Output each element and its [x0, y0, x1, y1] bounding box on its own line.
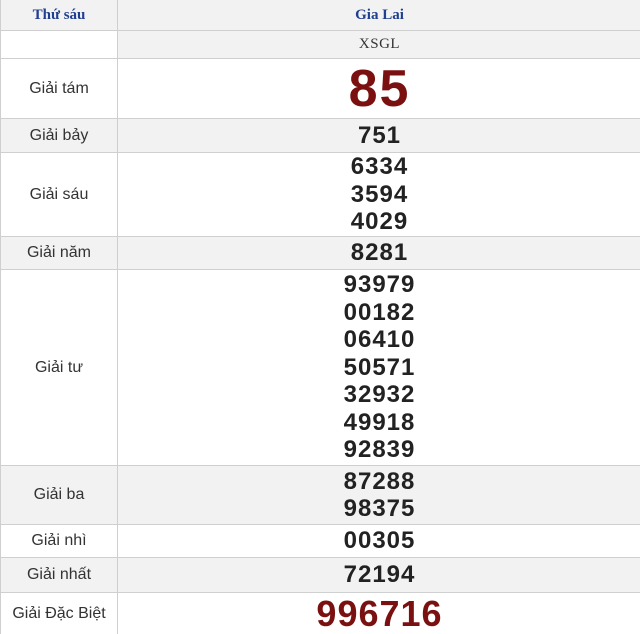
prize-number: 72194 [343, 561, 416, 589]
code-row: XSGL [1, 31, 640, 59]
prize-number: 00305 [343, 527, 416, 555]
prize-number: 3594 [350, 180, 409, 208]
prize-numbers: 72194 [118, 558, 640, 592]
prize-numbers: 00305 [118, 525, 640, 557]
prize-number: 98375 [343, 495, 416, 522]
prize-number: 06410 [343, 326, 416, 354]
prize-number: 6334 [350, 153, 409, 181]
prize-row-giai-sau: Giải sáu 6334 3594 4029 [1, 153, 640, 237]
prize-row-giai-tu: Giải tư 93979 00182 06410 50571 32932 49… [1, 270, 640, 466]
prize-number: 49918 [343, 408, 416, 436]
prize-numbers: 85 [118, 59, 640, 118]
prize-label: Giải nhất [1, 558, 118, 592]
prize-number: 8281 [350, 239, 409, 267]
prize-label: Giải sáu [1, 153, 118, 236]
prize-number: 32932 [343, 381, 416, 409]
prize-row-giai-ba: Giải ba 87288 98375 [1, 466, 640, 525]
province-header: Gia Lai [355, 6, 404, 23]
prize-number: 751 [357, 121, 402, 149]
prize-label: Giải ba [1, 466, 118, 524]
prize-number: 50571 [343, 353, 416, 381]
prize-number: 00182 [343, 298, 416, 326]
prize-label: Giải năm [1, 237, 118, 269]
prize-row-giai-dac-biet: Giải Đặc Biệt 996716 [1, 593, 640, 634]
prize-numbers: 751 [118, 119, 640, 152]
lottery-results-table: Thứ sáu Gia Lai XSGL Giải tám 85 Giải bả… [0, 0, 640, 634]
prize-numbers: 996716 [118, 593, 640, 634]
day-header: Thứ sáu [1, 0, 118, 30]
prize-label: Giải Đặc Biệt [1, 593, 118, 634]
prize-label: Giải tư [1, 270, 118, 465]
prize-numbers: 93979 00182 06410 50571 32932 49918 9283… [118, 270, 640, 465]
prize-label: Giải nhì [1, 525, 118, 557]
prize-numbers: 87288 98375 [118, 466, 640, 524]
prize-label: Giải tám [1, 59, 118, 118]
prize-numbers: 6334 3594 4029 [118, 153, 640, 236]
prize-number: 4029 [350, 208, 409, 236]
prize-number: 87288 [343, 467, 416, 495]
prize-numbers: 8281 [118, 237, 640, 269]
header-row: Thứ sáu Gia Lai [1, 0, 640, 31]
prize-row-giai-bay: Giải bảy 751 [1, 119, 640, 153]
prize-row-giai-nhi: Giải nhì 00305 [1, 525, 640, 558]
prize-number: 93979 [343, 271, 416, 299]
prize-number: 92839 [343, 436, 416, 464]
lottery-code: XSGL [358, 36, 401, 52]
prize-row-giai-nhat: Giải nhất 72194 [1, 558, 640, 593]
code-row-label [1, 31, 118, 58]
special-prize-number: 996716 [316, 592, 443, 634]
prize-row-giai-tam: Giải tám 85 [1, 59, 640, 119]
prize-number: 85 [348, 59, 411, 118]
prize-label: Giải bảy [1, 119, 118, 152]
prize-row-giai-nam: Giải năm 8281 [1, 237, 640, 270]
